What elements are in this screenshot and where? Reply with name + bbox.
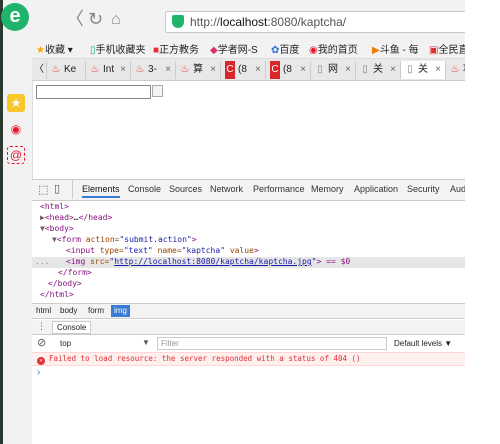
devtools-panel: ⬚ ▯ Elements Console Sources Network Per… xyxy=(32,179,500,444)
dom-node-form-close[interactable]: </form> xyxy=(58,268,92,279)
mail-icon[interactable]: @ xyxy=(7,146,25,164)
tab-performance[interactable]: Performance xyxy=(253,184,305,194)
console-error-message[interactable]: ✕ Failed to load resource: the server res… xyxy=(32,352,500,366)
browser-logo-icon[interactable]: e xyxy=(1,3,29,31)
devtools-tabbar: ⬚ ▯ Elements Console Sources Network Per… xyxy=(32,180,500,201)
drawer-menu-icon[interactable]: ⋮ xyxy=(37,321,46,332)
drawer-tab-console[interactable]: Console xyxy=(52,321,92,334)
bookmark-item[interactable]: ★收藏 ▾ xyxy=(36,41,73,56)
tab-sources[interactable]: Sources xyxy=(169,184,202,194)
dom-node-img-selected[interactable]: ... <img src="http://localhost:8080/kaptc… xyxy=(32,257,500,268)
tab-console[interactable]: Console xyxy=(128,184,161,194)
close-tab-icon[interactable]: × xyxy=(210,61,216,79)
close-tab-icon[interactable]: × xyxy=(390,61,396,79)
secure-shield-icon xyxy=(172,15,184,28)
console-prompt-icon[interactable]: › xyxy=(37,367,40,378)
tab-application[interactable]: Application xyxy=(354,184,398,194)
browser-tab[interactable]: C (8 × xyxy=(221,61,266,79)
browser-tab[interactable]: ▯ 网 × xyxy=(311,61,356,79)
dom-node-head[interactable]: ▶<head>…</head> xyxy=(40,213,112,224)
console-toolbar: ⊘ top ▼ Filter Default levels ▼ xyxy=(32,335,500,353)
close-tab-icon[interactable]: × xyxy=(435,61,441,79)
page-scrollbar-area xyxy=(465,0,500,444)
bookmark-item[interactable]: ■正方教务 xyxy=(153,41,199,56)
error-icon: ✕ xyxy=(37,357,45,365)
bookmark-item[interactable]: ✿百度 xyxy=(271,41,299,56)
dom-node-html[interactable]: <html> xyxy=(40,202,69,213)
clear-console-icon[interactable]: ⊘ xyxy=(37,336,46,349)
breadcrumb-body[interactable]: body xyxy=(60,306,77,315)
tab-strip: 〈 ♨ Ke ♨ Int × ♨ 3- × ♨ 算 × C (8 × C (8 × ▯ 网 × ▯ 关 × ▯… xyxy=(32,59,500,81)
log-levels-dropdown[interactable]: Default levels ▼ xyxy=(394,339,452,348)
bookmark-item[interactable]: ◆学者网-S xyxy=(210,41,258,56)
breadcrumb: html body form img xyxy=(32,303,500,319)
navigation-bar: 〈 ↻ ⌂ http://localhost:8080/kaptcha/ xyxy=(32,0,500,38)
toolbar-divider xyxy=(72,180,73,199)
reload-icon[interactable]: ↻ xyxy=(88,10,103,28)
close-tab-icon[interactable]: × xyxy=(300,61,306,79)
bookmarks-bar: ★收藏 ▾ ▯手机收藏夹 ■正方教务 ◆学者网-S ✿百度 ◉我的首页 ▶斗鱼 … xyxy=(32,38,500,59)
inspect-element-icon[interactable]: ⬚ xyxy=(38,183,48,196)
tab-network[interactable]: Network xyxy=(210,184,243,194)
kaptcha-broken-image-icon xyxy=(152,85,163,97)
dom-node-body-close[interactable]: </body> xyxy=(48,279,82,290)
close-tab-icon[interactable]: × xyxy=(255,61,261,79)
tab-scroll-left-icon[interactable]: 〈 xyxy=(32,61,47,79)
tab-memory[interactable]: Memory xyxy=(311,184,344,194)
context-selector[interactable]: top xyxy=(60,339,71,348)
url-text: http://localhost:8080/kaptcha/ xyxy=(190,15,347,29)
browser-tab[interactable]: ♨ Ke xyxy=(47,61,86,79)
bookmark-item[interactable]: ▯手机收藏夹 xyxy=(90,41,146,56)
dom-node-input[interactable]: <input type="text" name="kaptcha" value> xyxy=(66,246,259,257)
tab-security[interactable]: Security xyxy=(407,184,440,194)
weibo-icon[interactable]: ◉ xyxy=(7,120,25,138)
bookmark-item[interactable]: ▶斗鱼 - 每 xyxy=(372,41,419,56)
tab-elements[interactable]: Elements xyxy=(82,184,120,198)
browser-tab[interactable]: C (8 × xyxy=(266,61,311,79)
home-icon[interactable]: ⌂ xyxy=(111,11,121,29)
dom-node-html-close[interactable]: </html> xyxy=(40,290,74,301)
dom-node-body[interactable]: ▼<body> xyxy=(40,224,74,235)
dom-node-form[interactable]: ▼<form action="submit.action"> xyxy=(52,235,197,246)
device-toolbar-icon[interactable]: ▯ xyxy=(54,182,60,195)
kaptcha-input[interactable] xyxy=(36,85,151,99)
browser-tab[interactable]: ▯ 关 × xyxy=(356,61,401,79)
breadcrumb-img[interactable]: img xyxy=(111,305,130,317)
browser-tab[interactable]: ♨ Int × xyxy=(86,61,131,79)
close-tab-icon[interactable]: × xyxy=(120,61,126,79)
levels-dropdown-icon: ▼ xyxy=(444,339,453,348)
dom-tree: <html> ▶<head>…</head> ▼<body> ▼<form ac… xyxy=(32,201,500,299)
browser-tab[interactable]: ♨ 3- × xyxy=(131,61,176,79)
drawer-tabbar: ⋮ Console xyxy=(32,320,500,335)
browser-sidebar xyxy=(0,0,33,444)
back-icon[interactable]: 〈 xyxy=(66,10,84,28)
console-filter-input[interactable]: Filter xyxy=(157,337,387,350)
favorites-star-icon[interactable]: ★ xyxy=(7,94,25,112)
window-edge xyxy=(0,0,3,444)
breadcrumb-html[interactable]: html xyxy=(36,306,51,315)
img-src-link[interactable]: http://localhost:8080/kaptcha/kaptcha.jp… xyxy=(114,257,311,266)
browser-tab[interactable]: ♨ 算 × xyxy=(176,61,221,79)
close-tab-icon[interactable]: × xyxy=(165,61,171,79)
address-bar[interactable]: http://localhost:8080/kaptcha/ xyxy=(165,11,500,33)
context-dropdown-icon[interactable]: ▼ xyxy=(142,338,150,347)
browser-tab-active[interactable]: ▯ 关 × xyxy=(401,61,446,79)
bookmark-item[interactable]: ◉我的首页 xyxy=(309,41,358,56)
close-tab-icon[interactable]: × xyxy=(345,61,351,79)
breadcrumb-form[interactable]: form xyxy=(88,306,104,315)
